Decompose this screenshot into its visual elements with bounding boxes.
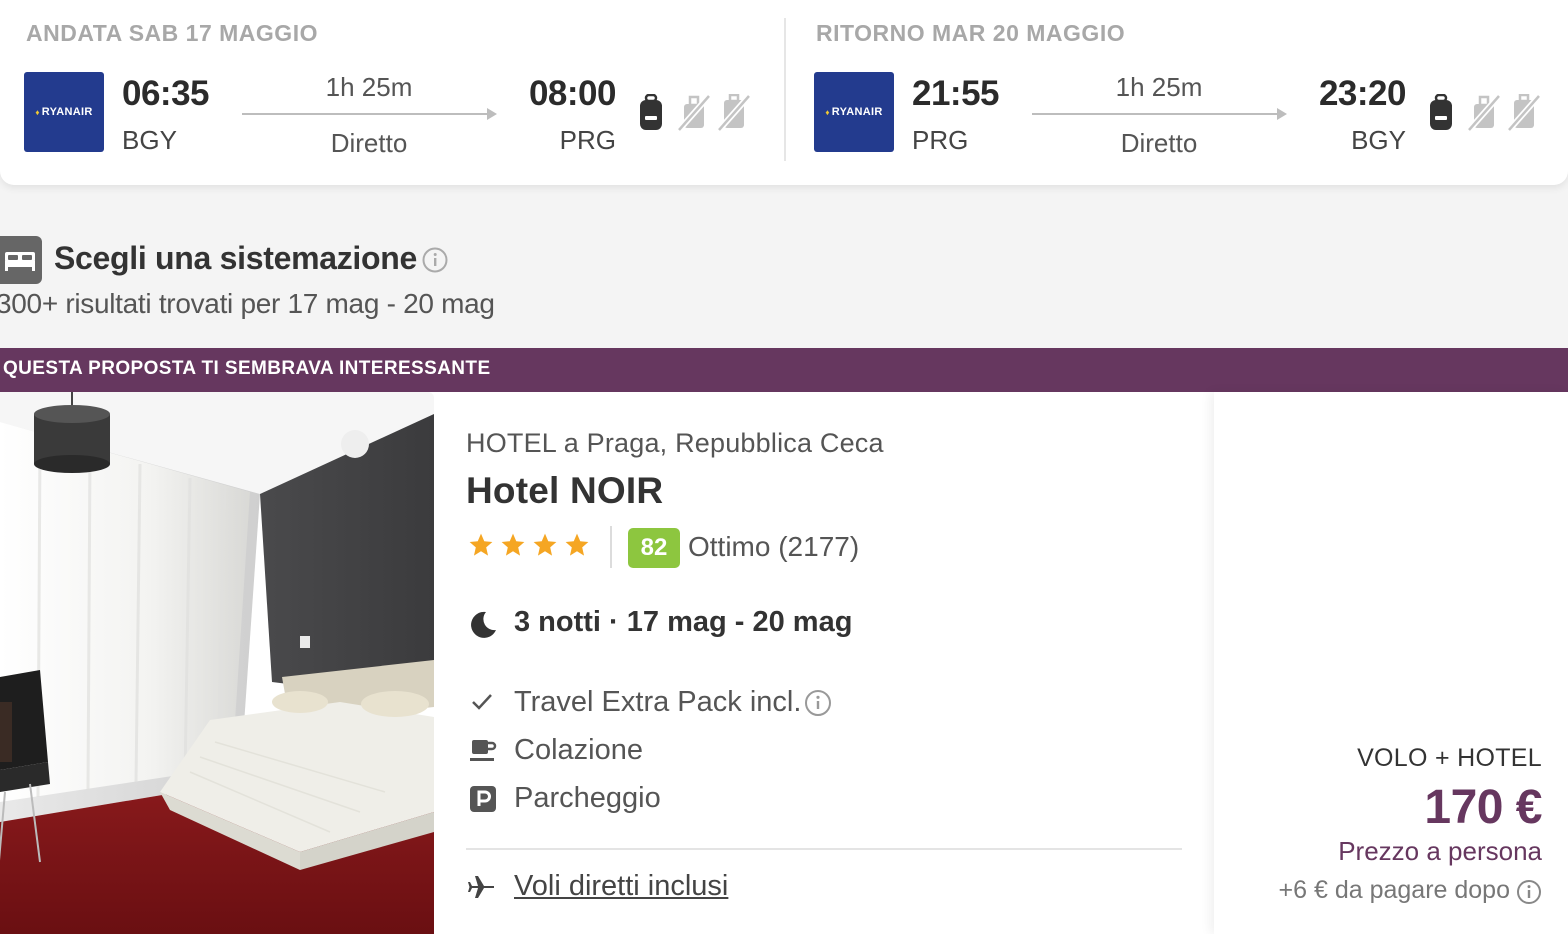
route-line xyxy=(1032,113,1280,115)
moon-icon xyxy=(471,611,496,638)
plane-icon xyxy=(468,876,494,898)
return-date: RITORNO MAR 20 MAGGIO xyxy=(816,20,1126,46)
route-arrow-icon xyxy=(1277,108,1287,120)
departure-airport: PRG xyxy=(912,125,969,155)
flight-summary: ANDATA SAB 17 MAGGIO RYANAIR 06:35 BGY 1… xyxy=(0,0,1568,185)
departure-airport: BGY xyxy=(122,125,177,155)
package-type: VOLO + HOTEL xyxy=(1357,744,1542,772)
amenity-label: Travel Extra Pack incl. xyxy=(514,686,802,718)
rating-separator xyxy=(610,526,612,568)
outbound-flight[interactable]: ANDATA SAB 17 MAGGIO RYANAIR 06:35 BGY 1… xyxy=(0,0,784,185)
arrival-time: 08:00 xyxy=(528,74,617,113)
airline-name: RYANAIR xyxy=(35,106,92,118)
leg-divider xyxy=(784,18,786,161)
airline-logo: RYANAIR xyxy=(814,72,894,152)
departure-time: 21:55 xyxy=(912,74,1000,113)
checked-bag-excluded-icon xyxy=(1506,94,1542,132)
info-icon[interactable] xyxy=(1516,879,1542,905)
hotel-info: HOTEL a Praga, Repubblica Ceca Hotel NOI… xyxy=(466,392,1186,934)
star-icon xyxy=(501,533,525,556)
arrival-airport: BGY xyxy=(1351,125,1406,155)
bed-icon xyxy=(0,236,42,284)
info-icon[interactable] xyxy=(804,689,832,717)
amenity-label: Parcheggio xyxy=(514,782,661,814)
price-panel[interactable]: VOLO + HOTEL 170 € Prezzo a persona +6 €… xyxy=(1214,392,1568,934)
accommodation-title: Scegli una sistemazione xyxy=(54,240,418,276)
cabin-bag-excluded-icon xyxy=(676,94,712,132)
star-icon xyxy=(565,533,589,556)
flight-stops: Diretto xyxy=(1120,128,1198,158)
flight-duration: 1h 25m xyxy=(1115,72,1203,102)
departure-time: 06:35 xyxy=(122,74,210,113)
airline-name: RYANAIR xyxy=(825,106,882,118)
hotel-name[interactable]: Hotel NOIR xyxy=(466,470,663,512)
return-flight[interactable]: RITORNO MAR 20 MAGGIO RYANAIR 21:55 PRG … xyxy=(790,0,1568,185)
results-count: 300+ risultati trovati per 17 mag - 20 m… xyxy=(0,288,495,319)
check-icon xyxy=(472,694,492,710)
divider xyxy=(466,848,1182,850)
star-rating xyxy=(468,532,596,564)
baggage-icons xyxy=(1426,94,1544,134)
review-score-badge: 82 xyxy=(628,528,680,568)
arrival-airport: PRG xyxy=(559,125,616,155)
promo-label: QUESTA PROPOSTA TI SEMBRAVA INTERESSANTE xyxy=(3,358,491,379)
hotel-card[interactable]: HOTEL a Praga, Repubblica Ceca Hotel NOI… xyxy=(0,392,1568,934)
amenity-label: Colazione xyxy=(514,734,643,766)
stay-dates: 3 notti · 17 mag - 20 mag xyxy=(514,606,853,638)
parking-icon xyxy=(470,786,496,812)
flights-included-label[interactable]: Voli diretti inclusi xyxy=(514,870,728,903)
extra-fee: +6 € da pagare dopo xyxy=(1278,876,1510,904)
hotel-photo[interactable] xyxy=(0,392,434,934)
cabin-bag-excluded-icon xyxy=(1466,94,1502,132)
review-score-text[interactable]: Ottimo (2177) xyxy=(688,531,859,563)
flight-duration: 1h 25m xyxy=(325,72,413,102)
hotel-type-location: HOTEL a Praga, Repubblica Ceca xyxy=(466,428,884,458)
checked-bag-excluded-icon xyxy=(716,94,752,132)
route-line xyxy=(242,113,490,115)
arrival-time: 23:20 xyxy=(1318,74,1407,113)
coffee-cup-icon xyxy=(470,740,497,761)
price-per-person: Prezzo a persona xyxy=(1338,836,1542,866)
price-amount: 170 € xyxy=(1424,781,1542,834)
star-icon xyxy=(469,533,493,556)
outbound-date: ANDATA SAB 17 MAGGIO xyxy=(26,20,318,46)
promo-banner: QUESTA PROPOSTA TI SEMBRAVA INTERESSANTE xyxy=(0,348,1568,392)
info-icon[interactable] xyxy=(422,247,448,273)
route-arrow-icon xyxy=(487,108,497,120)
baggage-icons xyxy=(636,94,754,134)
flight-stops: Diretto xyxy=(330,128,408,158)
airline-logo: RYANAIR xyxy=(24,72,104,152)
personal-bag-icon xyxy=(640,94,662,130)
star-icon xyxy=(533,533,557,556)
personal-bag-icon xyxy=(1430,94,1452,130)
